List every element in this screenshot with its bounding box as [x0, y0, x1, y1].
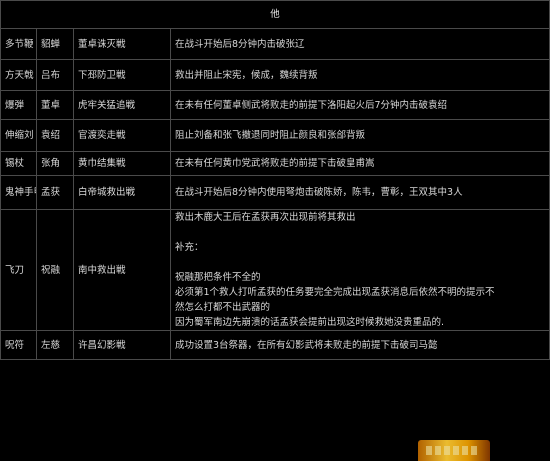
- condition-cell: 阻止刘备和张飞撤退同时阻止颜良和张郃背叛: [169, 119, 550, 152]
- site-watermark-logo: [418, 440, 490, 461]
- character-cell: 孟获: [36, 175, 74, 210]
- weapon-name-cell: 锡杖: [0, 151, 37, 176]
- table-row: 方天戟 吕布 下邳防卫戦 救出并阻止宋宪，候成，魏续背叛: [0, 59, 550, 91]
- character-cell: 董卓: [36, 90, 74, 120]
- character-cell: 吕布: [36, 59, 74, 91]
- weapon-name-cell: 鬼神手甲: [0, 175, 37, 210]
- table-row: 爆弾 董卓 虎牢关猛追戦 在未有任何董卓侧武将败走的前提下洛阳起火后7分钟内击破袁绍: [0, 90, 550, 120]
- table-title: 他: [0, 0, 550, 29]
- character-cell: 貂蝉: [36, 28, 74, 60]
- table-header-row: 他: [0, 0, 550, 29]
- condition-line: 祝融那把条件不全的: [175, 272, 261, 283]
- table-row: 多节鞭 貂蝉 董卓诛灭戦 在战斗开始后8分钟内击破张辽: [0, 28, 550, 60]
- stage-cell: 官渡奕走戦: [73, 119, 171, 152]
- condition-line: 在未有任何黄巾党武将败走的前提下击破皇甫嵩: [175, 158, 375, 169]
- weapon-name-cell: 呪符: [0, 330, 37, 360]
- table-row: 伸缩刘 袁绍 官渡奕走戦 阻止刘备和张飞撤退同时阻止颜良和张郃背叛: [0, 119, 550, 152]
- condition-line: 必须第1个救人打听孟获的任务要完全完成出现孟获消息后依然不明的提示不: [175, 287, 495, 298]
- stage-cell: 南中救出戦: [73, 209, 171, 331]
- condition-cell: 在未有任何黄巾党武将败走的前提下击破皇甫嵩: [169, 151, 550, 176]
- stage-cell: 虎牢关猛追戦: [73, 90, 171, 120]
- weapon-name-cell: 爆弾: [0, 90, 37, 120]
- condition-spacer: [175, 225, 545, 240]
- weapon-unlock-table: 他 多节鞭 貂蝉 董卓诛灭戦 在战斗开始后8分钟内击破张辽 方天戟 吕布 下邳防卫戦 救出并阻…: [0, 0, 550, 360]
- character-cell: 张角: [36, 151, 74, 176]
- stage-cell: 白帝城救出戦: [73, 175, 171, 210]
- condition-cell: 在战斗开始后8分钟内使用弩炮击破陈娇，陈韦，曹彰，王双其中3人: [169, 175, 550, 210]
- condition-line: 补充：: [175, 242, 204, 253]
- condition-line: 救出木鹿大王后在孟获再次出现前将其救出: [175, 212, 356, 223]
- table-row: 呪符 左慈 许昌幻影戦 成功设置3台祭器，在所有幻影武将未败走的前提下击破司马懿: [0, 330, 550, 360]
- stage-cell: 下邳防卫戦: [73, 59, 171, 91]
- condition-cell: 在战斗开始后8分钟内击破张辽: [169, 28, 550, 60]
- table-row: 鬼神手甲孟获白帝城救出戦在战斗开始后8分钟内使用弩炮击破陈娇，陈韦，曹彰，王双其…: [0, 175, 550, 210]
- condition-line: 然怎么打都不出武器的: [175, 302, 271, 313]
- character-cell: 袁绍: [36, 119, 74, 152]
- stage-cell: 许昌幻影戦: [73, 330, 171, 360]
- condition-line: 在未有任何董卓侧武将败走的前提下洛阳起火后7分钟内击破袁绍: [175, 99, 448, 111]
- condition-line: 在战斗开始后8分钟内击破张辽: [175, 38, 305, 50]
- weapon-name-cell: 飞刀: [0, 209, 37, 331]
- character-cell: 左慈: [36, 330, 74, 360]
- table-body: 多节鞭 貂蝉 董卓诛灭戦 在战斗开始后8分钟内击破张辽 方天戟 吕布 下邳防卫戦 救出并阻止宋…: [0, 28, 550, 360]
- condition-line: 在战斗开始后8分钟内使用弩炮击破陈娇，陈韦，曹彰，王双其中3人: [175, 187, 463, 198]
- character-cell: 祝融: [36, 209, 74, 331]
- stage-cell: 黄巾结集戦: [73, 151, 171, 176]
- condition-cell: 救出并阻止宋宪，候成，魏续背叛: [169, 59, 550, 91]
- condition-spacer: [175, 255, 545, 270]
- condition-line: 阻止刘备和张飞撤退同时阻止颜良和张郃背叛: [175, 130, 366, 141]
- stage-cell: 董卓诛灭戦: [73, 28, 171, 60]
- table-row: 锡杖 张角 黄巾结集戦 在未有任何黄巾党武将败走的前提下击破皇甫嵩: [0, 151, 550, 176]
- page: 他 多节鞭 貂蝉 董卓诛灭戦 在战斗开始后8分钟内击破张辽 方天戟 吕布 下邳防卫戦 救出并阻…: [0, 0, 550, 461]
- condition-line: 救出并阻止宋宪，候成，魏续背叛: [175, 69, 318, 81]
- weapon-name-cell: 方天戟: [0, 59, 37, 91]
- condition-line: 因为蜀军南边先崩溃的话孟获会提前出现这时候救她没贵重品的.: [175, 317, 445, 328]
- weapon-name-cell: 伸缩刘: [0, 119, 37, 152]
- condition-cell: 救出木鹿大王后在孟获再次出现前将其救出 补充： 祝融那把条件不全的必须第1个救人打听…: [169, 209, 550, 331]
- table-row: 飞刀 祝融 南中救出戦 救出木鹿大王后在孟获再次出现前将其救出 补充： 祝融那把条件不全的…: [0, 209, 550, 331]
- weapon-name-cell: 多节鞭: [0, 28, 37, 60]
- condition-cell: 在未有任何董卓侧武将败走的前提下洛阳起火后7分钟内击破袁绍: [169, 90, 550, 120]
- condition-line: 成功设置3台祭器，在所有幻影武将未败走的前提下击破司马懿: [175, 339, 438, 351]
- condition-cell: 成功设置3台祭器，在所有幻影武将未败走的前提下击破司马懿: [169, 330, 550, 360]
